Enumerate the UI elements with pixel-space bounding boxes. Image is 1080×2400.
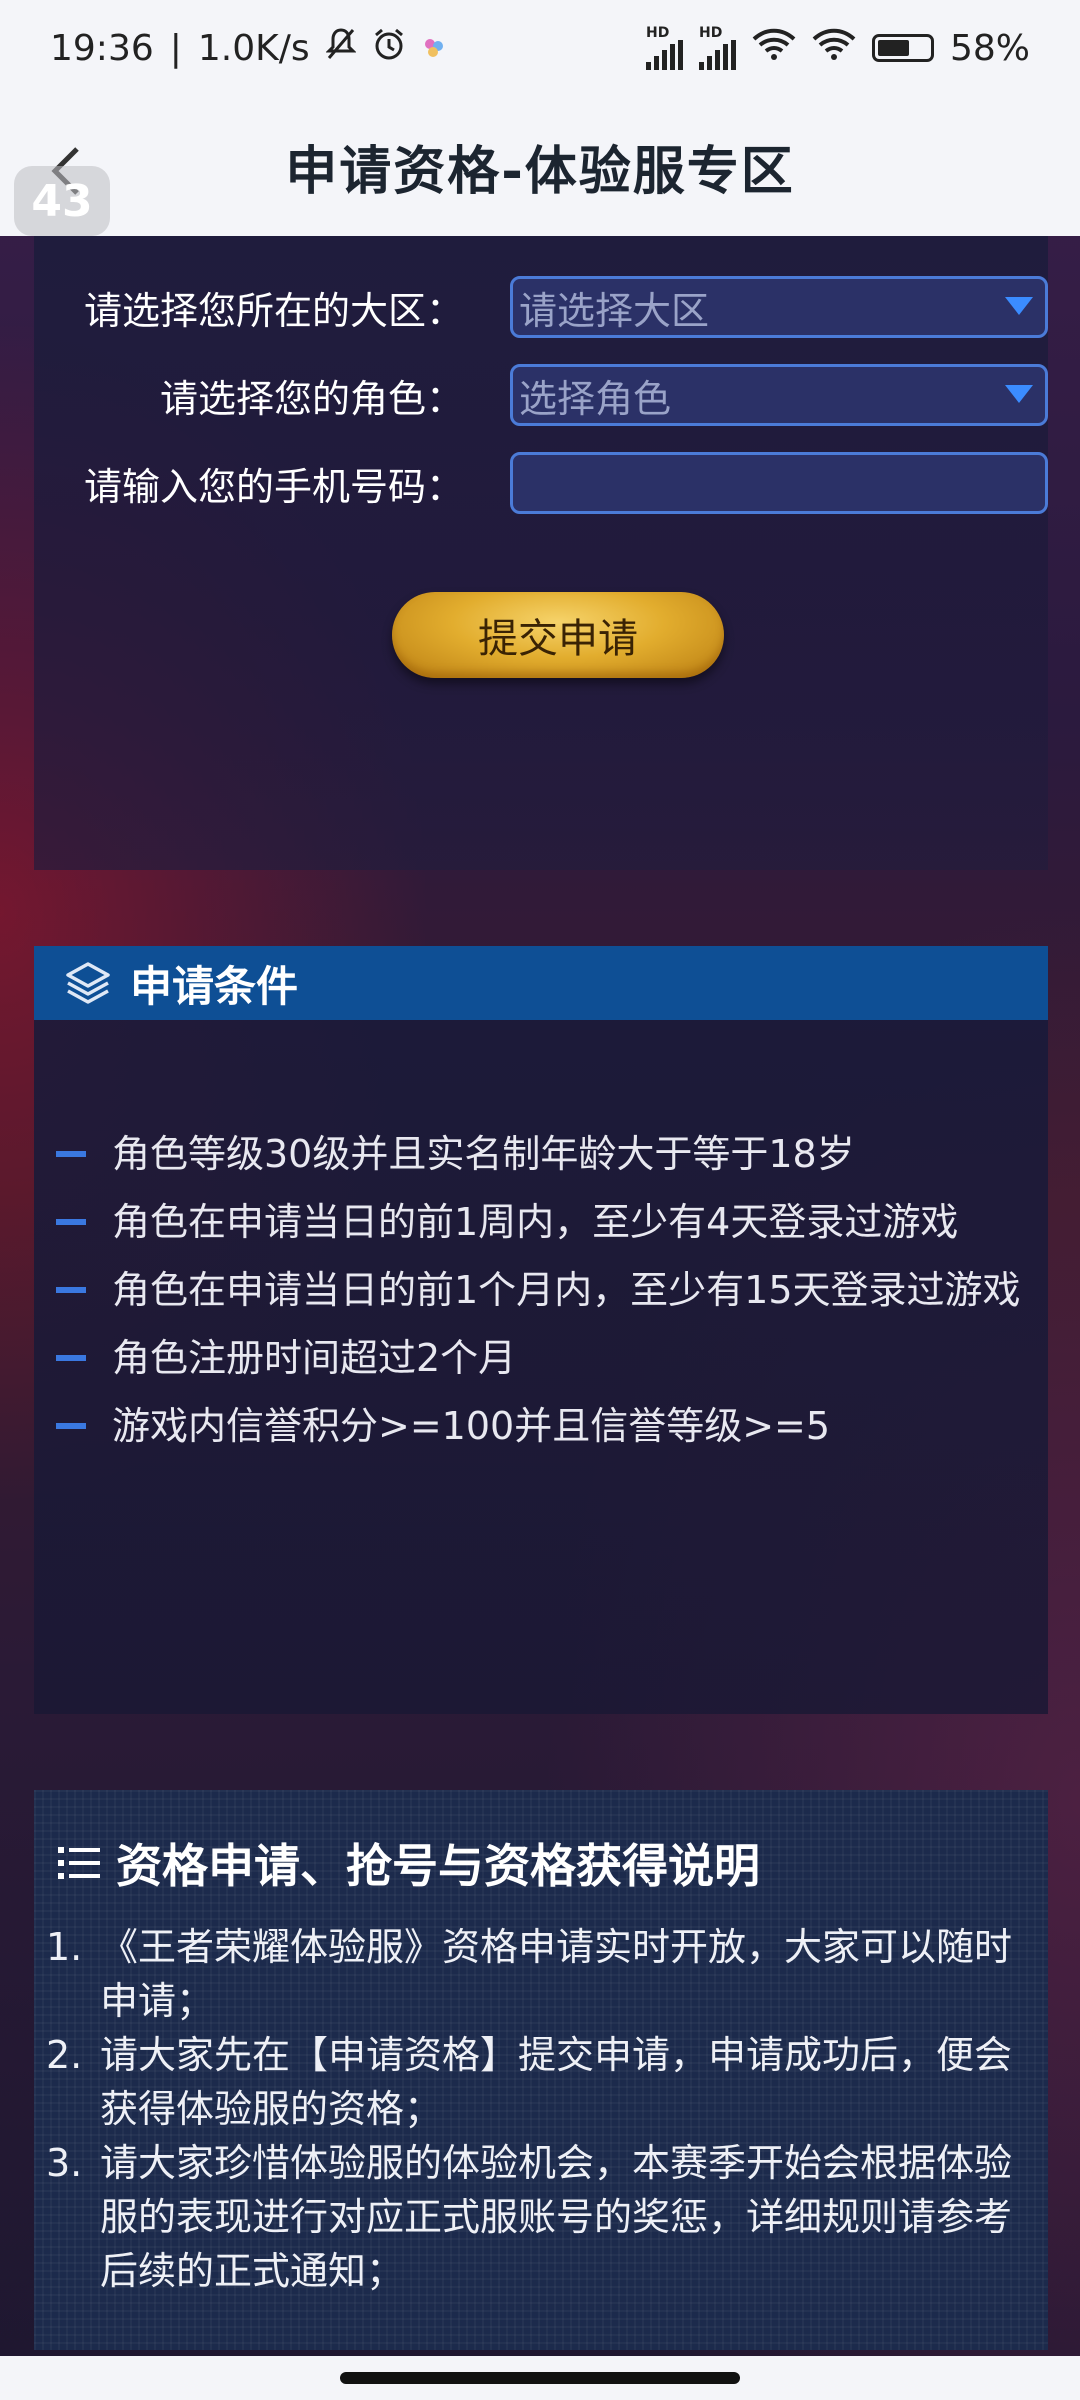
application-form: 请选择您所在的大区： 请选择大区 请选择您的角色： 选择角色 请输入您的手机号码… (34, 236, 1048, 870)
instructions-title: 资格申请、抢号与资格获得说明 (116, 1839, 760, 1893)
status-left: 19:36 | 1.0K/s (50, 27, 446, 70)
dropdown-arrow-icon (1005, 385, 1033, 403)
item-number: 1. (46, 1925, 83, 1969)
top-header: 43 申请资格-体验服专区 (0, 96, 1080, 236)
region-row: 请选择您所在的大区： 请选择大区 (34, 276, 1048, 338)
role-select-value: 选择角色 (519, 376, 672, 421)
dash-bullet (56, 1287, 86, 1293)
phone-label: 请输入您的手机号码： (83, 464, 464, 509)
alarm-icon (372, 27, 406, 70)
conditions-panel: 角色等级30级并且实名制年龄大于等于18岁 角色在申请当日的前1周内，至少有4天… (34, 1020, 1048, 1714)
list-item: 3. 请大家珍惜体验服的体验机会，本赛季开始会根据体验服的表现进行对应正式服账号的… (46, 2136, 1036, 2298)
separator: | (169, 27, 182, 69)
role-label: 请选择您的角色： (159, 376, 464, 421)
list-item: 2. 请大家先在【申请资格】提交申请，申请成功后，便会获得体验服的资格； (46, 2028, 1036, 2136)
list-item: 角色注册时间超过2个月 (34, 1324, 1048, 1392)
condition-text: 角色在申请当日的前1周内，至少有4天登录过游戏 (112, 1200, 959, 1244)
list-item: 游戏内信誉积分>=100并且信誉等级>=5 (34, 1392, 1048, 1460)
list-item: 1. 《王者荣耀体验服》资格申请实时开放，大家可以随时申请； (46, 1920, 1036, 2028)
dash-bullet (56, 1151, 86, 1157)
signal-icon-2: HD (698, 25, 736, 70)
dash-bullet (56, 1219, 86, 1225)
phone-row: 请输入您的手机号码： (34, 452, 1048, 514)
conditions-list: 角色等级30级并且实名制年龄大于等于18岁 角色在申请当日的前1周内，至少有4天… (34, 1120, 1048, 1460)
dash-bullet (56, 1423, 86, 1429)
page-title: 申请资格-体验服专区 (285, 141, 795, 202)
item-text: 请大家珍惜体验服的体验机会，本赛季开始会根据体验服的表现进行对应正式服账号的奖惩… (100, 2141, 1013, 2293)
dropdown-arrow-icon (1005, 297, 1033, 315)
dash-bullet (56, 1355, 86, 1361)
status-right: HD HD 58% (645, 25, 1030, 70)
instructions-header: 资格申请、抢号与资格获得说明 (58, 1830, 760, 1896)
list-item: 角色在申请当日的前1个月内，至少有15天登录过游戏 (34, 1256, 1048, 1324)
list-item: 角色等级30级并且实名制年龄大于等于18岁 (34, 1120, 1048, 1188)
list-item: 角色在申请当日的前1周内，至少有4天登录过游戏 (34, 1188, 1048, 1256)
item-text: 《王者荣耀体验服》资格申请实时开放，大家可以随时申请； (100, 1925, 1013, 2023)
assistant-dot-icon (422, 28, 446, 69)
condition-text: 角色等级30级并且实名制年龄大于等于18岁 (112, 1132, 855, 1176)
region-label: 请选择您所在的大区： (83, 288, 464, 333)
floating-badge[interactable]: 43 (14, 166, 110, 236)
conditions-header: 申请条件 (34, 946, 1048, 1020)
wifi-icon-2 (812, 27, 856, 70)
condition-text: 游戏内信誉积分>=100并且信誉等级>=5 (112, 1404, 831, 1448)
item-number: 2. (46, 2033, 83, 2077)
item-text: 请大家先在【申请资格】提交申请，申请成功后，便会获得体验服的资格； (100, 2033, 1013, 2131)
signal-icon-1: HD (645, 25, 683, 70)
network-speed: 1.0K/s (197, 27, 310, 69)
role-select[interactable]: 选择角色 (510, 364, 1048, 426)
status-bar: 19:36 | 1.0K/s HD HD 58% (0, 0, 1080, 96)
item-number: 3. (46, 2141, 83, 2185)
submit-application-button[interactable]: 提交申请 (392, 592, 724, 678)
battery-icon (871, 34, 934, 62)
battery-percent: 58% (949, 27, 1030, 69)
instructions-list: 1. 《王者荣耀体验服》资格申请实时开放，大家可以随时申请； 2. 请大家先在【申请… (46, 1920, 1036, 2298)
region-select[interactable]: 请选择大区 (510, 276, 1048, 338)
phone-input[interactable] (510, 452, 1048, 514)
wifi-icon (752, 27, 796, 70)
list-icon (58, 1847, 100, 1879)
instructions-panel: 资格申请、抢号与资格获得说明 1. 《王者荣耀体验服》资格申请实时开放，大家可以随… (34, 1790, 1048, 2350)
home-indicator[interactable] (340, 2372, 740, 2384)
region-select-value: 请选择大区 (519, 288, 710, 333)
clock: 19:36 (50, 27, 154, 69)
hd-label-1: HD (645, 25, 670, 41)
role-row: 请选择您的角色： 选择角色 (34, 364, 1048, 426)
layers-icon (66, 962, 110, 1004)
condition-text: 角色注册时间超过2个月 (112, 1336, 517, 1380)
condition-text: 角色在申请当日的前1个月内，至少有15天登录过游戏 (112, 1268, 1021, 1312)
hd-label-2: HD (698, 25, 723, 41)
conditions-title: 申请条件 (130, 961, 299, 1011)
mute-bell-icon (325, 27, 357, 70)
